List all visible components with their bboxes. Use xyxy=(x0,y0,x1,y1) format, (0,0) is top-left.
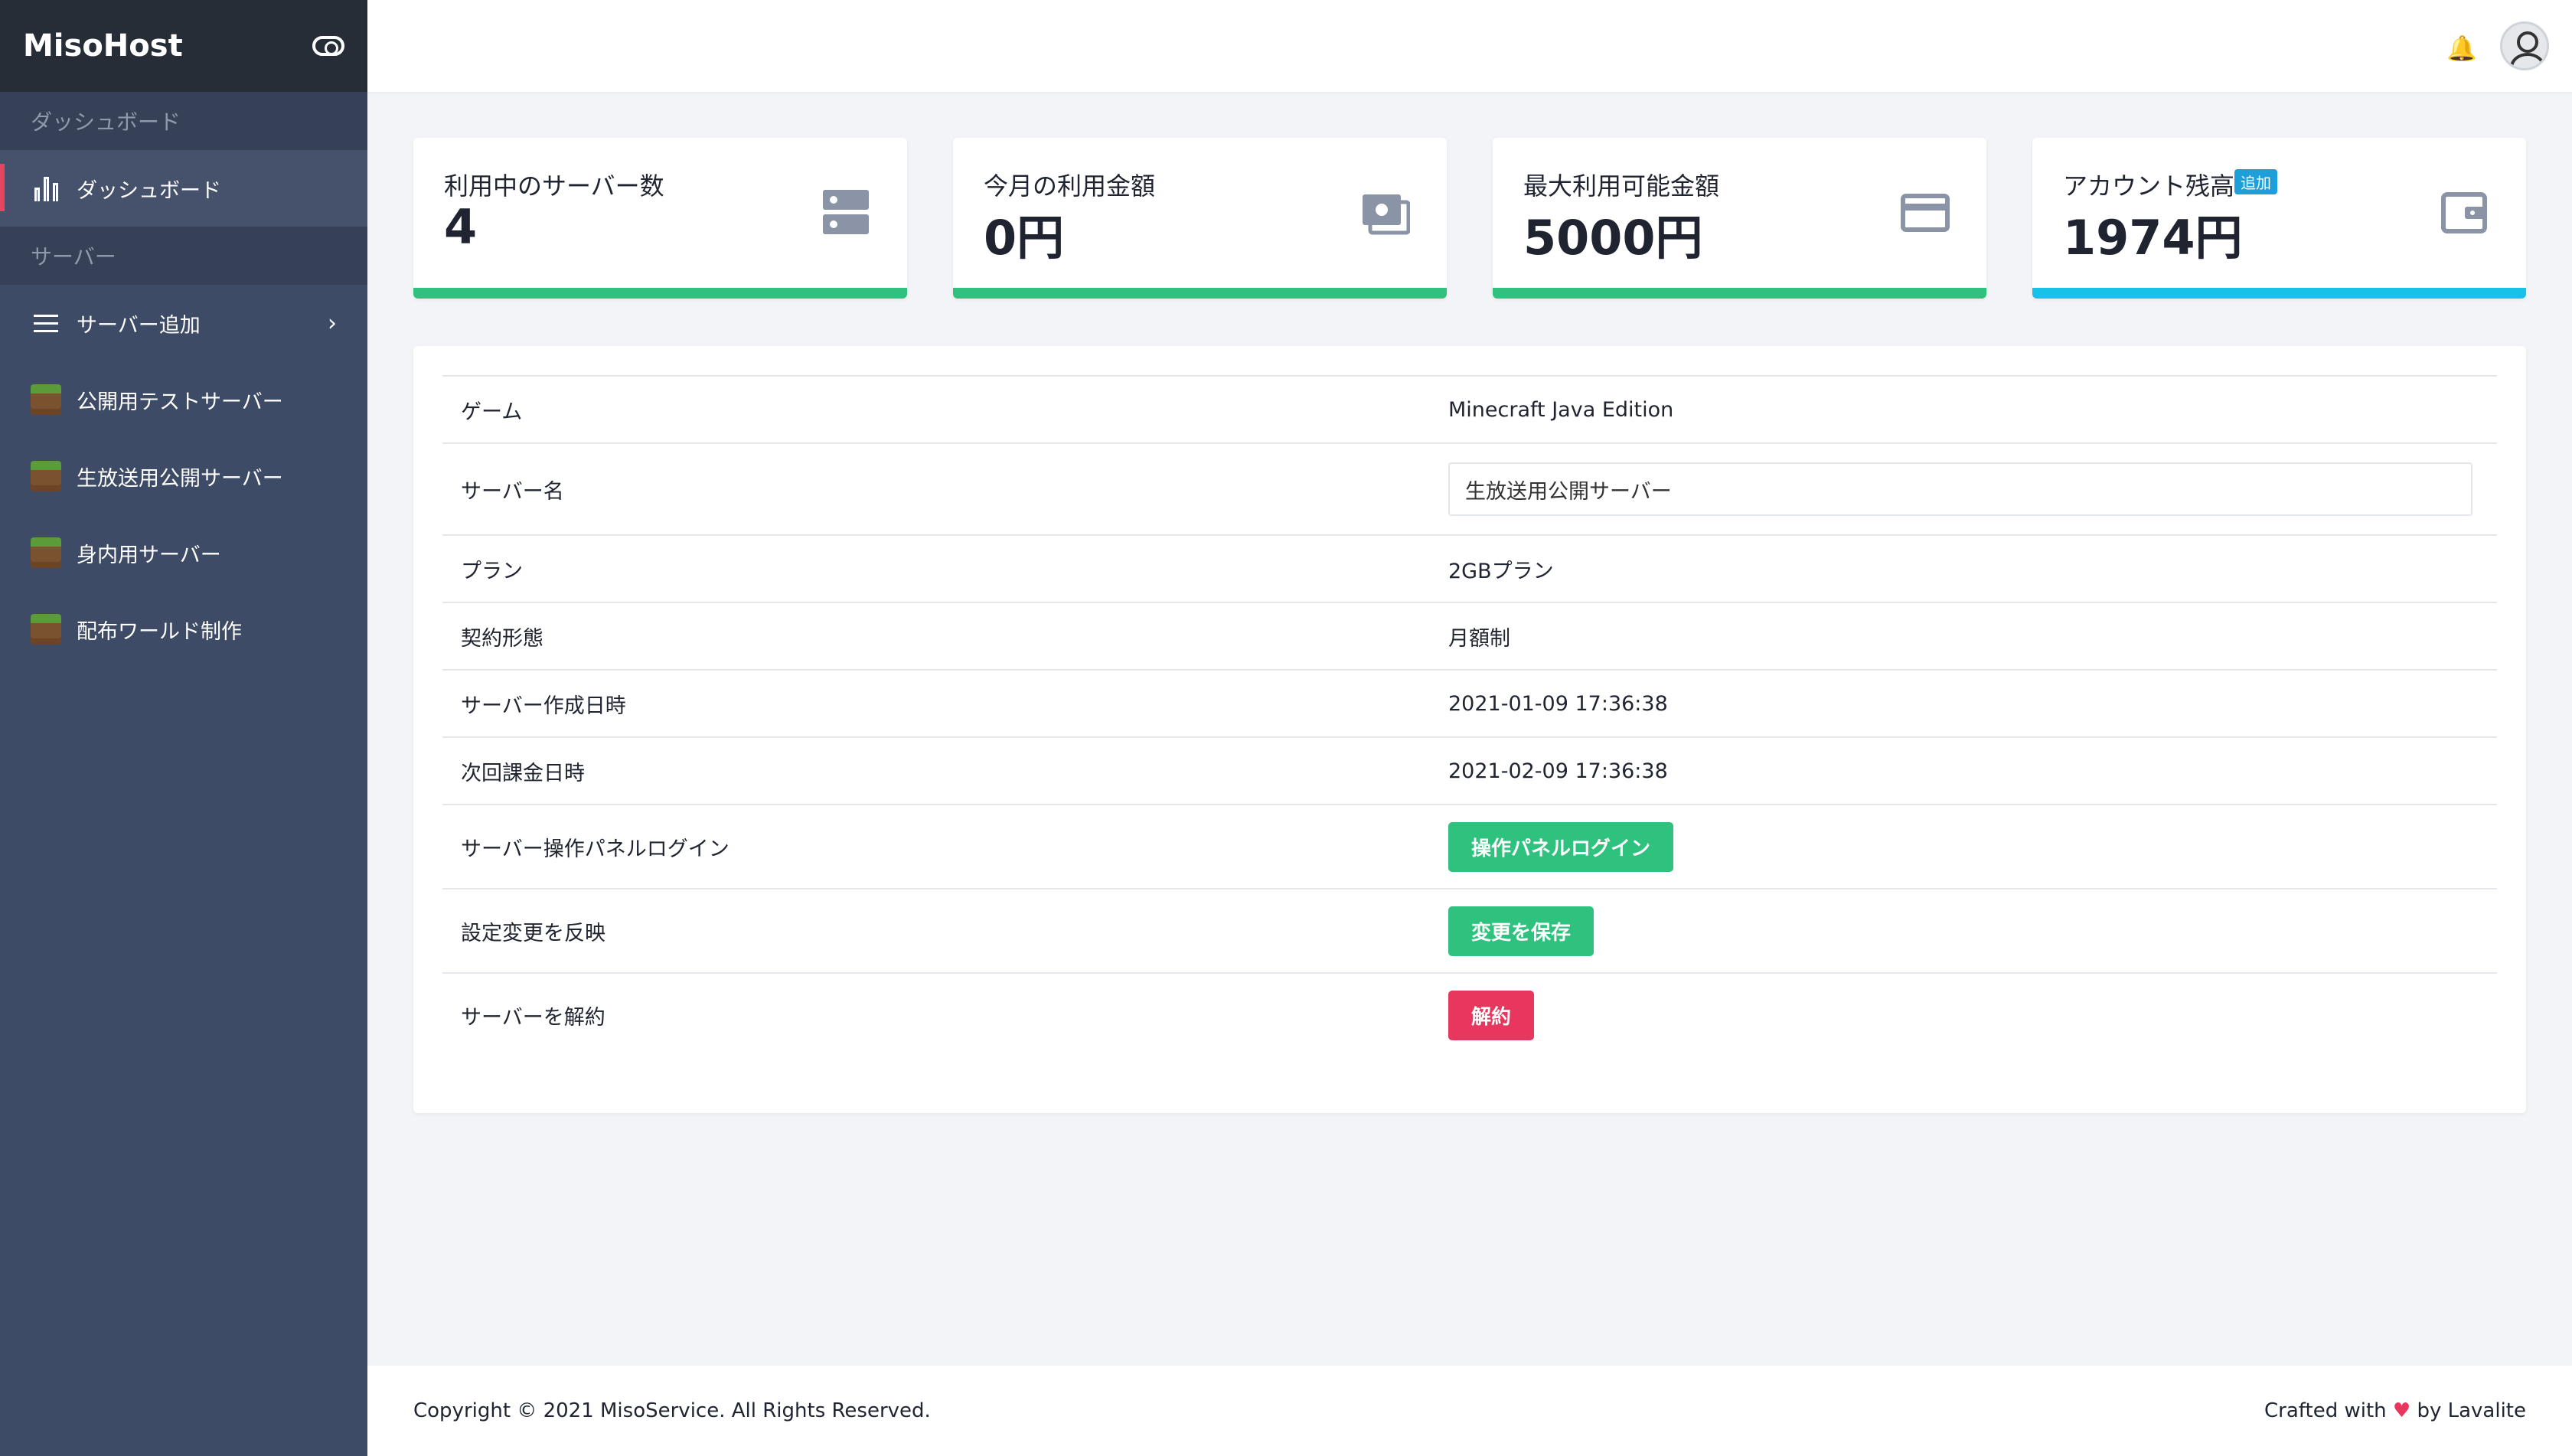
card-label-text: アカウント残高 xyxy=(2063,171,2235,201)
card-accent-bar xyxy=(1493,288,1986,299)
row-label: 次回課金日時 xyxy=(442,736,1430,805)
chevron-right-icon: › xyxy=(328,309,337,337)
row-value-cell xyxy=(1430,442,2497,535)
row-label: サーバー名 xyxy=(442,442,1430,535)
card-label: アカウント残高 追加 xyxy=(2063,167,2278,202)
stat-card-max: 最大利用可能金額 5000円 xyxy=(1493,138,1986,299)
section-dashboard: ダッシュボード xyxy=(0,92,367,150)
sidebar-item-server[interactable]: 公開用テストサーバー xyxy=(0,361,367,438)
save-changes-button[interactable]: 変更を保存 xyxy=(1448,906,1594,956)
list-icon xyxy=(31,308,61,338)
stat-card-servers: 利用中のサーバー数 4 xyxy=(413,138,907,299)
table-row: サーバーを解約 解約 xyxy=(442,972,2497,1057)
card-value: 5000円 xyxy=(1523,210,1703,266)
crafted-suffix: by Lavalite xyxy=(2417,1399,2526,1422)
stat-cards: 利用中のサーバー数 4 今月の利用金額 0円 最大利用可能金額 5000円 アカ… xyxy=(413,138,2526,299)
row-value: Minecraft Java Edition xyxy=(1430,375,2497,443)
card-value: 0円 xyxy=(984,210,1065,266)
grass-block-icon xyxy=(31,461,61,491)
row-label: サーバーを解約 xyxy=(442,972,1430,1057)
card-accent-bar xyxy=(953,288,1447,299)
credit-card-icon xyxy=(1901,194,1950,232)
row-label: 契約形態 xyxy=(442,602,1430,670)
sidebar: MisoHost ダッシュボード ダッシュボード サーバー サーバー追加 › 公… xyxy=(0,0,367,1456)
grass-block-icon xyxy=(31,384,61,415)
row-label: 設定変更を反映 xyxy=(442,888,1430,973)
table-row: 次回課金日時 2021-02-09 17:36:38 xyxy=(442,736,2497,805)
section-server: サーバー xyxy=(0,227,367,285)
sidebar-item-label: 生放送用公開サーバー xyxy=(77,466,283,491)
crafted-prefix: Crafted with xyxy=(2264,1399,2387,1422)
sidebar-item-label: サーバー追加 xyxy=(77,313,201,338)
card-label: 今月の利用金額 xyxy=(984,171,1156,201)
row-label: サーバー操作パネルログイン xyxy=(442,804,1430,889)
sidebar-item-label: ダッシュボード xyxy=(77,178,221,203)
row-value: 2021-02-09 17:36:38 xyxy=(1430,736,2497,805)
avatar[interactable] xyxy=(2500,21,2549,70)
row-value: 2021-01-09 17:36:38 xyxy=(1430,669,2497,737)
row-value: 2GBプラン xyxy=(1430,534,2497,602)
row-label: ゲーム xyxy=(442,375,1430,443)
bar-chart-icon xyxy=(31,173,61,204)
row-value-cell: 変更を保存 xyxy=(1430,888,2497,973)
card-accent-bar xyxy=(2032,288,2526,299)
sidebar-toggle-icon[interactable] xyxy=(312,36,344,56)
sidebar-item-server[interactable]: 生放送用公開サーバー xyxy=(0,438,367,514)
table-row: ゲーム Minecraft Java Edition xyxy=(442,375,2497,443)
card-value: 4 xyxy=(444,199,478,255)
brand-bar: MisoHost xyxy=(0,0,367,92)
crafted-text: Crafted with ♥ by Lavalite xyxy=(2264,1399,2526,1422)
card-label: 最大利用可能金額 xyxy=(1523,171,1720,201)
bell-icon[interactable]: 🔔 xyxy=(2446,34,2477,63)
card-value: 1974円 xyxy=(2063,210,2243,266)
sidebar-item-label: 配布ワールド制作 xyxy=(77,619,242,644)
grass-block-icon xyxy=(31,614,61,645)
sidebar-item-add-server[interactable]: サーバー追加 › xyxy=(0,285,367,361)
server-name-input[interactable] xyxy=(1448,462,2472,516)
stat-card-monthly: 今月の利用金額 0円 xyxy=(953,138,1447,299)
card-label: 利用中のサーバー数 xyxy=(444,171,664,201)
money-icon xyxy=(1363,194,1410,235)
row-value-cell: 操作パネルログイン xyxy=(1430,804,2497,889)
sidebar-item-dashboard[interactable]: ダッシュボード xyxy=(0,150,367,227)
sidebar-item-server[interactable]: 身内用サーバー xyxy=(0,514,367,591)
table-row: サーバー作成日時 2021-01-09 17:36:38 xyxy=(442,669,2497,737)
wallet-icon xyxy=(2441,192,2487,233)
table-row: サーバー操作パネルログイン 操作パネルログイン xyxy=(442,804,2497,889)
row-value: 月額制 xyxy=(1430,602,2497,670)
table-row: 設定変更を反映 変更を保存 xyxy=(442,888,2497,973)
stat-card-balance: アカウント残高 追加 1974円 xyxy=(2032,138,2526,299)
cancel-contract-button[interactable]: 解約 xyxy=(1448,991,1535,1040)
row-label: サーバー作成日時 xyxy=(442,669,1430,737)
sidebar-item-label: 身内用サーバー xyxy=(77,543,221,567)
brand-name: MisoHost xyxy=(23,28,183,64)
add-balance-badge[interactable]: 追加 xyxy=(2234,169,2278,194)
table-row: 契約形態 月額制 xyxy=(442,602,2497,670)
copyright-text: Copyright © 2021 MisoService. All Rights… xyxy=(413,1399,931,1422)
top-bar: 🔔 xyxy=(367,0,2572,92)
server-detail-table: ゲーム Minecraft Java Edition サーバー名 プラン 2GB… xyxy=(442,375,2497,1057)
row-value-cell: 解約 xyxy=(1430,972,2497,1057)
sidebar-item-label: 公開用テストサーバー xyxy=(77,390,283,414)
server-detail-panel: ゲーム Minecraft Java Edition サーバー名 プラン 2GB… xyxy=(413,346,2526,1113)
row-label: プラン xyxy=(442,534,1430,602)
table-row: プラン 2GBプラン xyxy=(442,534,2497,602)
sidebar-item-server[interactable]: 配布ワールド制作 xyxy=(0,591,367,668)
heart-icon: ♥ xyxy=(2392,1399,2411,1422)
grass-block-icon xyxy=(31,537,61,568)
table-row: サーバー名 xyxy=(442,442,2497,535)
footer: Copyright © 2021 MisoService. All Rights… xyxy=(367,1366,2572,1456)
card-accent-bar xyxy=(413,288,907,299)
server-icon xyxy=(823,190,869,234)
panel-login-button[interactable]: 操作パネルログイン xyxy=(1448,821,1674,872)
